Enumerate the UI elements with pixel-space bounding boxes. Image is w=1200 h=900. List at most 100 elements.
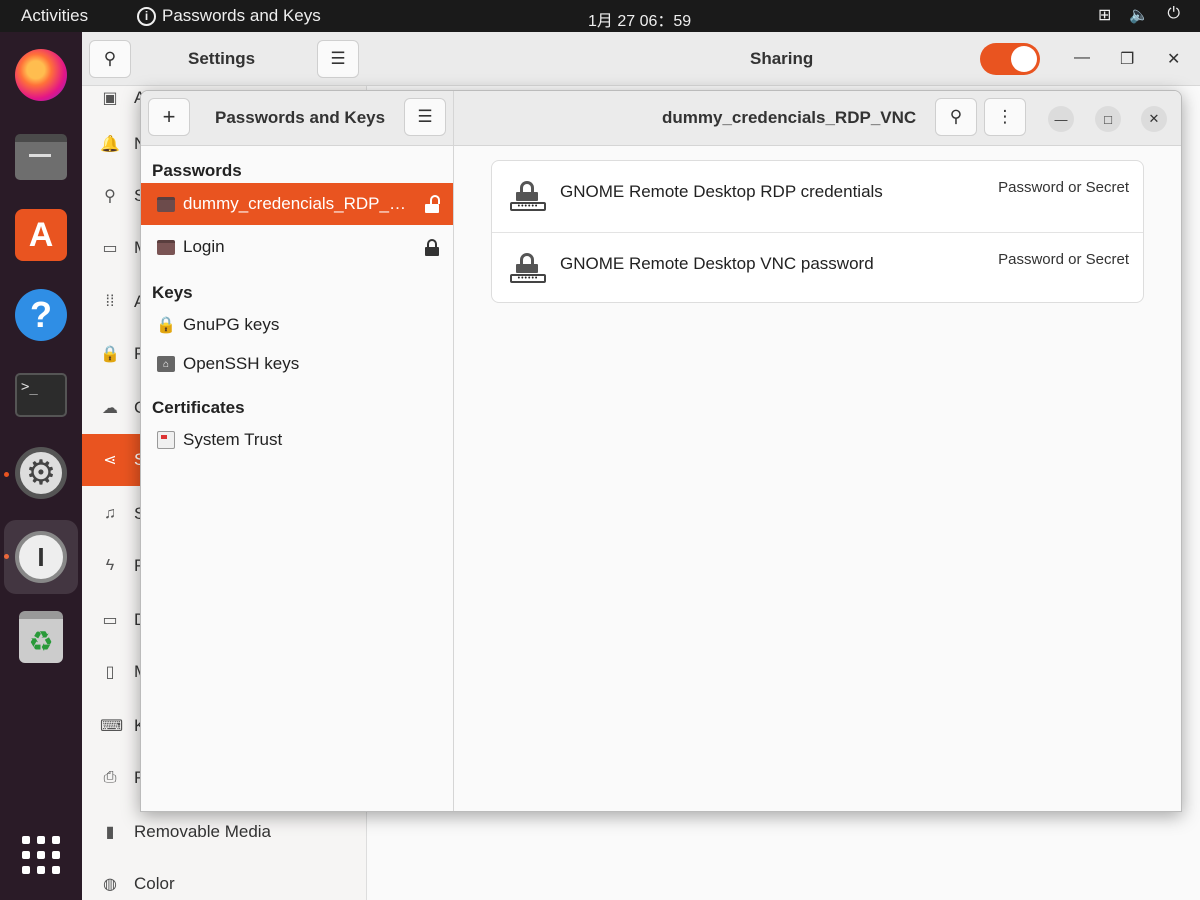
close-icon[interactable]: ✕ <box>1167 49 1180 69</box>
keys-item-openssh[interactable]: ⌂ OpenSSH keys <box>141 343 453 385</box>
list-item[interactable]: •••••• GNOME Remote Desktop VNC password… <box>492 232 1143 302</box>
header-divider <box>453 91 454 146</box>
passwords-content: •••••• GNOME Remote Desktop RDP credenti… <box>454 146 1181 811</box>
list-item[interactable]: •••••• GNOME Remote Desktop RDP credenti… <box>492 161 1143 232</box>
keyring-menu-button[interactable]: ⋮ <box>984 98 1026 136</box>
minimize-icon: — <box>1054 111 1068 127</box>
sidebar-item[interactable]: ◍ Color <box>82 858 367 900</box>
app-info-icon: i <box>137 6 156 26</box>
keyring-label: Login <box>183 237 225 256</box>
certificate-icon <box>157 431 175 449</box>
app-menu-label: Passwords and Keys <box>162 6 321 25</box>
password-lock-icon: •••••• <box>510 181 546 211</box>
power-icon: ⏻ <box>1167 5 1180 22</box>
multitask-icon: ▭ <box>102 240 118 257</box>
power-icon: ϟ <box>105 557 115 574</box>
minimize-icon[interactable]: — <box>1074 49 1090 67</box>
trash-icon: ♻ <box>19 611 63 663</box>
settings-header: ⚲ Settings ☰ Sharing — ❐ ✕ <box>82 32 1200 86</box>
dock-firefox[interactable] <box>14 48 68 102</box>
clock[interactable]: 1月 27 06：59 <box>588 7 691 31</box>
kebab-menu-icon: ⋮ <box>996 107 1014 126</box>
settings-search-button[interactable]: ⚲ <box>89 40 131 78</box>
main-menu-button[interactable]: ☰ <box>404 98 446 136</box>
dock-app-center[interactable]: A <box>14 208 68 262</box>
password-lock-icon: •••••• <box>510 253 546 283</box>
activities-button[interactable]: Activities <box>21 6 88 26</box>
dock: A ? >_ ⚙ I ♻ <box>0 32 82 900</box>
keyring-title: dummy_credencials_RDP_VNC <box>662 108 917 127</box>
keyring-item[interactable]: dummy_credencials_RDP_VNC <box>141 183 453 225</box>
passwords-header: + Passwords and Keys ☰ dummy_credencials… <box>141 91 1181 146</box>
app-menu[interactable]: i Passwords and Keys <box>137 6 321 26</box>
system-tray[interactable]: ⊞ 🔈 ⏻ <box>1098 5 1180 25</box>
volume-icon: 🔈 <box>1129 7 1150 24</box>
search-icon: ⚲ <box>949 107 963 126</box>
usb-icon: ▮ <box>105 824 115 841</box>
keyboard-icon: ⌨ <box>100 718 124 735</box>
search-icon: ⚲ <box>104 188 116 205</box>
app-center-icon: A <box>15 209 67 261</box>
sharing-toggle[interactable] <box>980 43 1040 75</box>
unlocked-icon[interactable] <box>425 194 440 213</box>
network-icon: ⊞ <box>1098 7 1112 24</box>
item-type: Password or Secret <box>998 251 1129 268</box>
running-indicator <box>4 472 9 477</box>
settings-gear-icon: ⚙ <box>15 447 67 499</box>
bell-icon: 🔔 <box>100 136 120 153</box>
cloud-icon: ☁ <box>102 400 118 417</box>
keys-label: GnuPG keys <box>183 315 280 334</box>
sidebar-item-label: Color <box>134 874 175 893</box>
terminal-icon: >_ <box>15 373 67 417</box>
openssh-key-icon: ⌂ <box>157 356 175 372</box>
close-icon: ✕ <box>1148 111 1160 126</box>
firefox-icon <box>15 49 67 101</box>
dock-passwords[interactable]: I <box>4 520 78 594</box>
help-icon: ? <box>15 289 67 341</box>
keyring-folder-icon <box>157 239 175 255</box>
locked-icon[interactable] <box>425 238 439 256</box>
settings-menu-button[interactable]: ☰ <box>317 40 359 78</box>
lock-icon: 🔒 <box>100 346 120 363</box>
hamburger-icon: ☰ <box>417 107 433 126</box>
dock-trash[interactable]: ♻ <box>14 610 68 664</box>
section-certificates: Certificates <box>152 398 245 417</box>
window-title: Passwords and Keys <box>215 108 386 127</box>
password-list: •••••• GNOME Remote Desktop RDP credenti… <box>491 160 1144 303</box>
appearance-icon: ▣ <box>102 90 118 107</box>
item-type: Password or Secret <box>998 179 1129 196</box>
keys-label: OpenSSH keys <box>183 354 300 373</box>
close-button[interactable]: ✕ <box>1141 106 1167 132</box>
files-icon <box>15 134 67 180</box>
keyring-item[interactable]: Login <box>141 226 453 268</box>
certificates-item-system-trust[interactable]: System Trust <box>141 419 453 461</box>
show-apps-button[interactable] <box>14 828 68 882</box>
dock-terminal[interactable]: >_ <box>14 368 68 422</box>
hamburger-icon: ☰ <box>330 49 346 68</box>
keys-item-gnupg[interactable]: 🔒 GnuPG keys <box>141 304 453 346</box>
passwords-sidebar: Passwords dummy_credencials_RDP_VNC Logi… <box>141 146 454 811</box>
certificates-label: System Trust <box>183 430 283 449</box>
new-item-button[interactable]: + <box>148 98 190 136</box>
section-keys: Keys <box>152 283 193 302</box>
share-icon: ⋖ <box>103 452 117 469</box>
maximize-button[interactable]: □ <box>1095 106 1121 132</box>
search-button[interactable]: ⚲ <box>935 98 977 136</box>
color-icon: ◍ <box>103 876 117 893</box>
mouse-icon: ▯ <box>105 664 115 681</box>
item-title: GNOME Remote Desktop RDP credentials <box>560 182 883 201</box>
minimize-button[interactable]: — <box>1048 106 1074 132</box>
settings-title: Settings <box>188 49 256 68</box>
top-bar: Activities i Passwords and Keys 1月 27 06… <box>0 0 1200 32</box>
apps-grid-icon: ⁞⁞ <box>105 293 115 310</box>
item-title: GNOME Remote Desktop VNC password <box>560 254 874 273</box>
panel-title: Sharing <box>750 49 814 68</box>
maximize-icon[interactable]: ❐ <box>1120 49 1134 69</box>
sidebar-item[interactable]: ▮ Removable Media <box>82 806 367 858</box>
dock-files[interactable] <box>14 130 68 184</box>
dock-help[interactable]: ? <box>14 288 68 342</box>
search-icon: ⚲ <box>103 49 117 68</box>
keyring-folder-icon <box>157 196 175 212</box>
dock-settings[interactable]: ⚙ <box>14 446 68 500</box>
gnupg-key-icon: 🔒 <box>156 317 176 334</box>
